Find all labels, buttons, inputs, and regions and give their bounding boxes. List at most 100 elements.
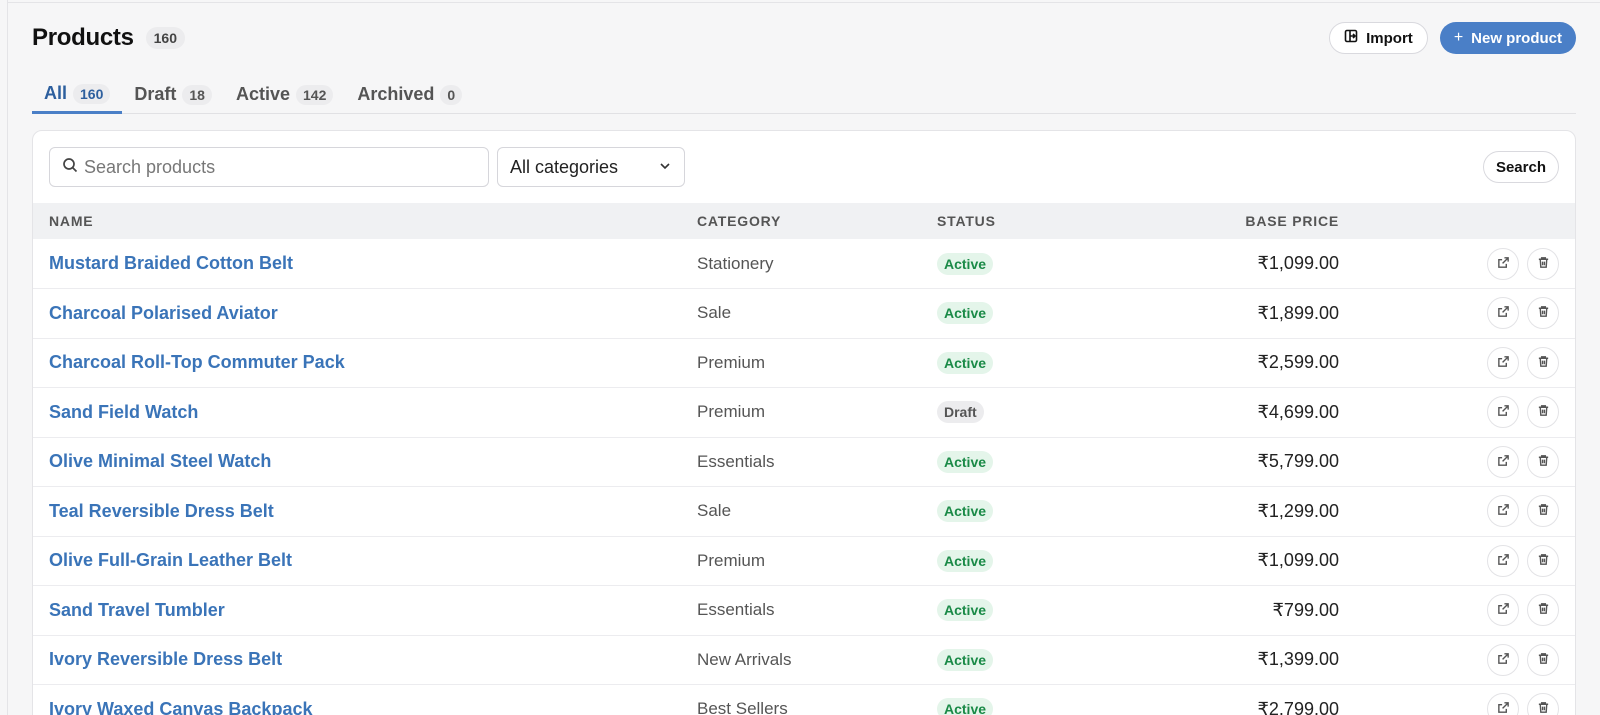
base-price: ₹2,799.00 [1257, 698, 1339, 715]
product-name-link[interactable]: Ivory Reversible Dress Belt [49, 649, 282, 669]
price-cell: ₹1,099.00 [1157, 536, 1339, 586]
status-badge: Active [937, 648, 994, 671]
product-name-link[interactable]: Ivory Waxed Canvas Backpack [49, 699, 312, 715]
delete-product-button[interactable] [1527, 643, 1559, 676]
column-header-name[interactable]: NAME [33, 203, 697, 239]
tab-count: 142 [296, 84, 334, 105]
status-cell: Active [937, 338, 1157, 388]
left-border [7, 0, 8, 715]
products-card: All categories Search NAME CATEGORY STAT… [32, 130, 1576, 715]
delete-product-button[interactable] [1527, 396, 1559, 429]
delete-product-button[interactable] [1527, 346, 1559, 379]
status-badge: Active [937, 252, 994, 275]
delete-product-button[interactable] [1527, 495, 1559, 528]
tab-count: 18 [182, 84, 212, 105]
external-link-icon [1497, 256, 1510, 272]
product-name-link[interactable]: Olive Minimal Steel Watch [49, 451, 271, 471]
table-row: Ivory Reversible Dress Belt New Arrivals… [33, 635, 1575, 685]
open-product-button[interactable] [1487, 445, 1519, 478]
base-price: ₹4,699.00 [1257, 401, 1339, 422]
category-select-value: All categories [510, 156, 619, 177]
price-cell: ₹1,399.00 [1157, 635, 1339, 685]
open-product-button[interactable] [1487, 643, 1519, 676]
tab-draft[interactable]: Draft 18 [122, 76, 224, 113]
table-row: Sand Travel Tumbler Essentials Active ₹7… [33, 586, 1575, 636]
trash-icon [1537, 355, 1550, 371]
trash-icon [1537, 256, 1550, 272]
open-product-button[interactable] [1487, 247, 1519, 280]
column-header-status[interactable]: STATUS [937, 203, 1157, 239]
new-product-button[interactable]: + New product [1439, 22, 1576, 54]
search-icon [62, 157, 78, 178]
actions-cell [1339, 685, 1575, 715]
price-cell: ₹1,299.00 [1157, 487, 1339, 537]
column-header-category[interactable]: CATEGORY [697, 203, 937, 239]
actions-cell [1339, 239, 1575, 289]
base-price: ₹1,399.00 [1257, 649, 1339, 670]
search-input[interactable] [84, 156, 476, 178]
import-button[interactable]: Import [1329, 22, 1428, 54]
status-cell: Active [937, 289, 1157, 339]
actions-cell [1339, 635, 1575, 685]
search-button[interactable]: Search [1482, 151, 1559, 183]
tab-all[interactable]: All 160 [32, 76, 123, 114]
open-product-button[interactable] [1487, 693, 1519, 715]
price-cell: ₹5,799.00 [1157, 437, 1339, 487]
open-product-button[interactable] [1487, 594, 1519, 627]
base-price: ₹1,899.00 [1257, 302, 1339, 323]
product-name-link[interactable]: Charcoal Polarised Aviator [49, 303, 278, 323]
open-product-button[interactable] [1487, 396, 1519, 429]
status-tabs: All 160 Draft 18 Active 142 Archived 0 [32, 76, 1576, 114]
status-badge: Active [937, 450, 994, 473]
header-actions: Import + New product [1329, 22, 1576, 54]
table-row: Mustard Braided Cotton Belt Stationery A… [33, 239, 1575, 289]
delete-product-button[interactable] [1527, 693, 1559, 715]
trash-icon [1537, 553, 1550, 569]
tab-active[interactable]: Active 142 [224, 76, 345, 113]
name-cell: Ivory Waxed Canvas Backpack [33, 685, 697, 715]
category-select[interactable]: All categories [497, 147, 685, 187]
tab-label: Active [235, 84, 290, 104]
trash-icon [1537, 454, 1550, 470]
product-name-link[interactable]: Teal Reversible Dress Belt [49, 501, 274, 521]
product-name-link[interactable]: Sand Travel Tumbler [49, 600, 225, 620]
open-product-button[interactable] [1487, 346, 1519, 379]
actions-cell [1339, 487, 1575, 537]
status-cell: Active [937, 536, 1157, 586]
table-row: Charcoal Polarised Aviator Sale Active ₹… [33, 289, 1575, 339]
status-badge: Draft [937, 401, 984, 424]
search-box[interactable] [49, 147, 489, 187]
delete-product-button[interactable] [1527, 445, 1559, 478]
column-header-base-price[interactable]: BASE PRICE [1157, 203, 1339, 239]
base-price: ₹5,799.00 [1257, 451, 1339, 472]
name-cell: Charcoal Polarised Aviator [33, 289, 697, 339]
delete-product-button[interactable] [1527, 247, 1559, 280]
delete-product-button[interactable] [1527, 594, 1559, 627]
product-name-link[interactable]: Mustard Braided Cotton Belt [49, 253, 293, 273]
product-name-link[interactable]: Charcoal Roll-Top Commuter Pack [49, 352, 345, 372]
price-cell: ₹1,899.00 [1157, 289, 1339, 339]
new-product-button-label: New product [1471, 29, 1562, 47]
trash-icon [1537, 404, 1550, 420]
delete-product-button[interactable] [1527, 297, 1559, 330]
table-header-row: NAME CATEGORY STATUS BASE PRICE [33, 203, 1575, 239]
category-cell: Essentials [697, 600, 775, 620]
name-cell: Mustard Braided Cotton Belt [33, 239, 697, 289]
delete-product-button[interactable] [1527, 544, 1559, 577]
open-product-button[interactable] [1487, 297, 1519, 330]
external-link-icon [1497, 701, 1510, 715]
tab-archived[interactable]: Archived 0 [345, 76, 474, 113]
product-name-link[interactable]: Sand Field Watch [49, 402, 198, 422]
external-link-icon [1497, 503, 1510, 519]
category-cell: Best Sellers [697, 699, 788, 715]
status-cell: Active [937, 487, 1157, 537]
product-name-link[interactable]: Olive Full-Grain Leather Belt [49, 550, 292, 570]
name-cell: Olive Full-Grain Leather Belt [33, 536, 697, 586]
open-product-button[interactable] [1487, 544, 1519, 577]
table-row: Olive Minimal Steel Watch Essentials Act… [33, 437, 1575, 487]
open-product-button[interactable] [1487, 495, 1519, 528]
name-cell: Olive Minimal Steel Watch [33, 437, 697, 487]
price-cell: ₹799.00 [1157, 586, 1339, 636]
external-link-icon [1497, 355, 1510, 371]
table-body: Mustard Braided Cotton Belt Stationery A… [33, 239, 1575, 715]
